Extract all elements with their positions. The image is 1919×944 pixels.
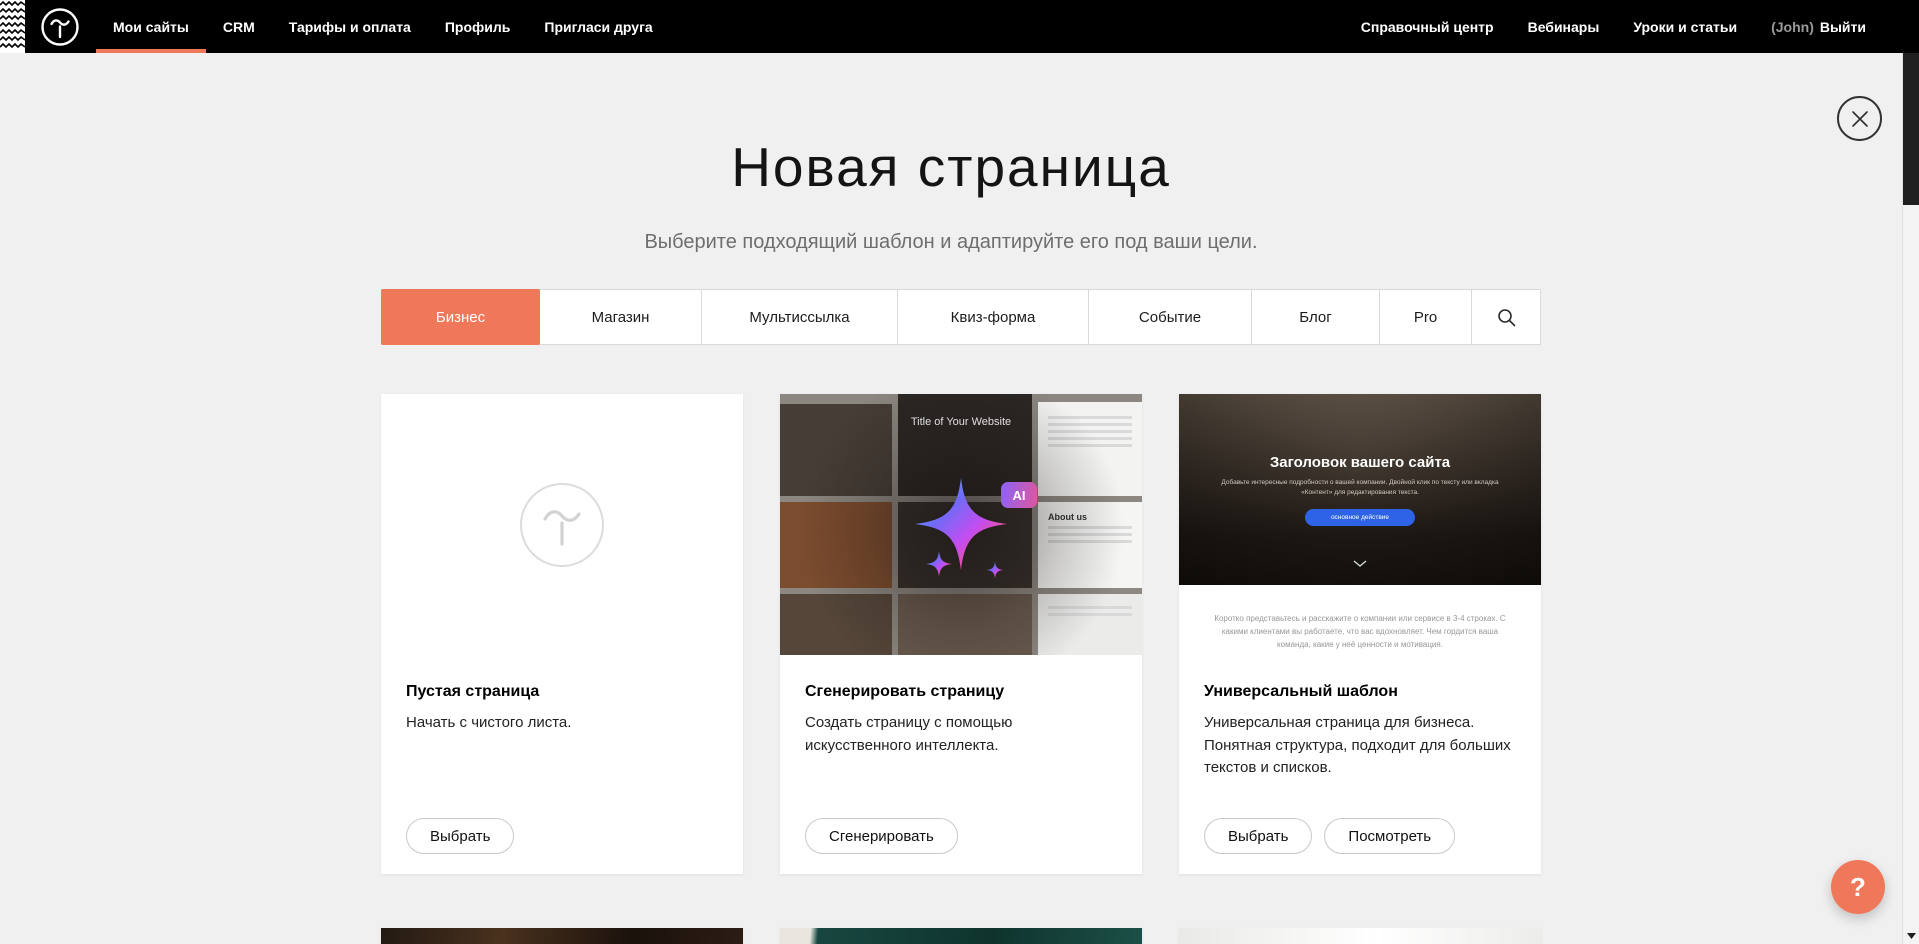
card-description: Начать с чистого листа. [406,712,718,735]
tab-blog[interactable]: Блог [1252,290,1380,344]
main-nav: Мои сайты CRM Тарифы и оплата Профиль Пр… [96,0,670,53]
template-card-ai-generate: About us Title of Your Website [780,394,1142,874]
ai-sparkle-icon [896,459,1026,589]
card-title: Пустая страница [406,683,718,701]
tab-event[interactable]: Событие [1089,290,1252,344]
preview-hero: Заголовок вашего сайта Добавьте интересн… [1179,394,1541,585]
template-grid-row2 [381,928,1541,944]
nav-crm[interactable]: CRM [206,0,272,53]
user-name: (John) [1771,19,1814,35]
tilda-logo-icon [40,7,80,47]
card-actions: Сгенерировать [805,818,1117,854]
scrollbar-thumb[interactable] [1903,53,1919,205]
help-button[interactable]: ? [1831,860,1885,914]
tilda-logo[interactable] [25,0,96,53]
nav-profile[interactable]: Профиль [428,0,528,53]
preview-hero-subtitle: Добавьте интересные подробности о вашей … [1220,478,1500,499]
template-card-partial[interactable] [381,928,743,944]
tab-business[interactable]: Бизнес [381,289,540,345]
template-card-blank: Пустая страница Начать с чистого листа. … [381,394,743,874]
view-button[interactable]: Посмотреть [1324,818,1455,854]
template-card-partial[interactable] [780,928,1142,944]
card-title: Универсальный шаблон [1204,683,1516,701]
template-card-partial[interactable] [1179,928,1541,944]
template-grid: Пустая страница Начать с чистого листа. … [381,394,1541,874]
nav-logout[interactable]: (John) Выйти [1754,0,1883,53]
page-title: Новая страница [0,135,1902,199]
question-mark-icon: ? [1850,872,1866,903]
card-body: Пустая страница Начать с чистого листа. … [381,655,743,874]
search-icon [1497,308,1516,327]
zigzag-edge-decoration [0,0,25,53]
tab-pro[interactable]: Pro [1380,290,1472,344]
template-preview-image [1179,928,1541,944]
generate-button[interactable]: Сгенерировать [805,818,958,854]
tilda-watermark-icon [519,482,605,568]
blank-page-preview [381,394,743,655]
top-navbar: Мои сайты CRM Тарифы и оплата Профиль Пр… [0,0,1919,53]
nav-lessons[interactable]: Уроки и статьи [1616,0,1754,53]
card-description: Создать страницу с помощью искусственног… [805,712,1117,757]
tab-multilink[interactable]: Мультиссылка [702,290,898,344]
card-body: Универсальный шаблон Универсальная стран… [1179,655,1541,874]
tab-search[interactable] [1472,290,1540,344]
universal-template-preview: Заголовок вашего сайта Добавьте интересн… [1179,394,1541,655]
tab-store[interactable]: Магазин [540,290,702,344]
nav-help-center[interactable]: Справочный центр [1344,0,1511,53]
template-category-tabs: Бизнес Магазин Мультиссылка Квиз-форма С… [381,289,1541,345]
chevron-down-icon [1353,560,1367,567]
card-actions: Выбрать [406,818,718,854]
card-actions: Выбрать Посмотреть [1204,818,1516,854]
nav-my-sites[interactable]: Мои сайты [96,0,206,53]
nav-webinars[interactable]: Вебинары [1511,0,1617,53]
template-preview-image [381,928,743,944]
preview-body-text: Коротко представьтесь и расскажите о ком… [1210,612,1510,652]
collage-site-title: Title of Your Website [780,416,1142,428]
template-preview-image [780,928,1142,944]
nav-tariffs[interactable]: Тарифы и оплата [272,0,428,53]
template-card-universal: Заголовок вашего сайта Добавьте интересн… [1179,394,1541,874]
tab-quiz-form[interactable]: Квиз-форма [898,290,1089,344]
close-button[interactable] [1837,96,1882,141]
card-title: Сгенерировать страницу [805,683,1117,701]
logout-label: Выйти [1820,19,1866,35]
choose-button[interactable]: Выбрать [1204,818,1312,854]
close-icon [1851,110,1869,128]
preview-hero-title: Заголовок вашего сайта [1179,394,1541,471]
choose-button[interactable]: Выбрать [406,818,514,854]
ai-collage-preview: About us Title of Your Website [780,394,1142,655]
secondary-nav: Справочный центр Вебинары Уроки и статьи… [1344,0,1883,53]
ai-badge: AI [1001,482,1037,508]
scrollbar-down-arrow[interactable] [1903,927,1919,944]
vertical-scrollbar[interactable] [1902,53,1919,944]
page-subtitle: Выберите подходящий шаблон и адаптируйте… [0,231,1902,254]
preview-hero-button: основное действие [1305,509,1415,526]
card-description: Универсальная страница для бизнеса. Поня… [1204,712,1516,780]
nav-invite-friend[interactable]: Пригласи друга [527,0,669,53]
card-body: Сгенерировать страницу Создать страницу … [780,655,1142,874]
